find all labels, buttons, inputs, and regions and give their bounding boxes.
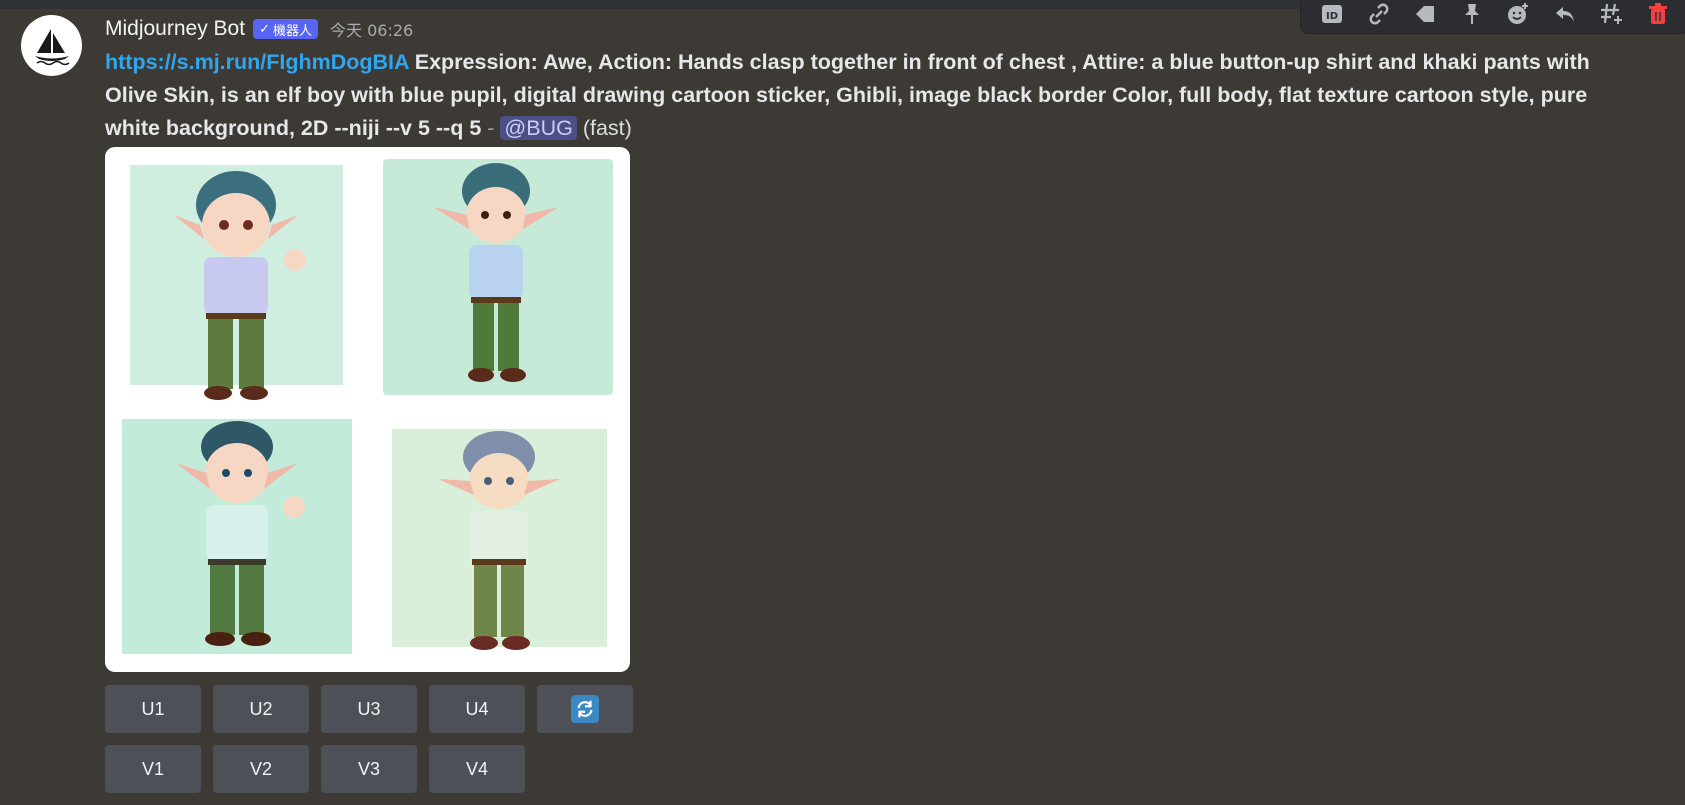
u2-button[interactable]: U2 <box>213 685 309 733</box>
reroll-icon <box>571 695 599 723</box>
tag-icon[interactable] <box>1407 0 1443 30</box>
prompt-separator: - <box>487 116 495 140</box>
username[interactable]: Midjourney Bot <box>105 17 245 41</box>
u1-button[interactable]: U1 <box>105 685 201 733</box>
prompt-link[interactable]: https://s.mj.run/FIghmDogBIA <box>105 50 409 74</box>
avatar[interactable] <box>21 15 82 76</box>
sailboat-icon <box>34 28 69 65</box>
reply-icon[interactable] <box>1547 0 1583 30</box>
generated-image-grid[interactable] <box>105 147 630 672</box>
v2-button[interactable]: V2 <box>213 745 309 793</box>
u3-button[interactable]: U3 <box>321 685 417 733</box>
v1-button[interactable]: V1 <box>105 745 201 793</box>
v3-button[interactable]: V3 <box>321 745 417 793</box>
generation-speed: (fast) <box>582 116 632 140</box>
thread-icon[interactable] <box>1593 0 1629 30</box>
delete-icon[interactable] <box>1640 0 1676 30</box>
reroll-button[interactable] <box>537 685 633 733</box>
image-tile-4[interactable] <box>392 429 607 659</box>
bot-badge-label: 機器人 <box>272 23 312 39</box>
variation-button-row: V1 V2 V3 V4 <box>105 745 525 793</box>
image-tile-2[interactable] <box>383 159 613 395</box>
message-content: https://s.mj.run/FIghmDogBIA Expression:… <box>105 46 1625 145</box>
svg-text:ID: ID <box>1326 11 1338 22</box>
upscale-button-row: U1 U2 U3 U4 <box>105 685 633 733</box>
pin-icon[interactable] <box>1454 0 1490 30</box>
message-action-toolbar: ID <box>1300 0 1685 34</box>
message-header: Midjourney Bot ✓ 機器人 今天 06:26 <box>105 14 413 44</box>
bot-badge: ✓ 機器人 <box>253 19 318 39</box>
timestamp[interactable]: 今天 06:26 <box>330 17 413 41</box>
id-icon[interactable]: ID <box>1314 0 1350 30</box>
link-icon[interactable] <box>1361 0 1397 30</box>
image-tile-3[interactable] <box>122 419 352 654</box>
user-mention[interactable]: @BUG <box>500 116 577 140</box>
add-reaction-icon[interactable] <box>1500 0 1536 30</box>
image-tile-1[interactable] <box>130 165 343 403</box>
u4-button[interactable]: U4 <box>429 685 525 733</box>
verified-check-icon: ✓ <box>259 21 270 37</box>
v4-button[interactable]: V4 <box>429 745 525 793</box>
